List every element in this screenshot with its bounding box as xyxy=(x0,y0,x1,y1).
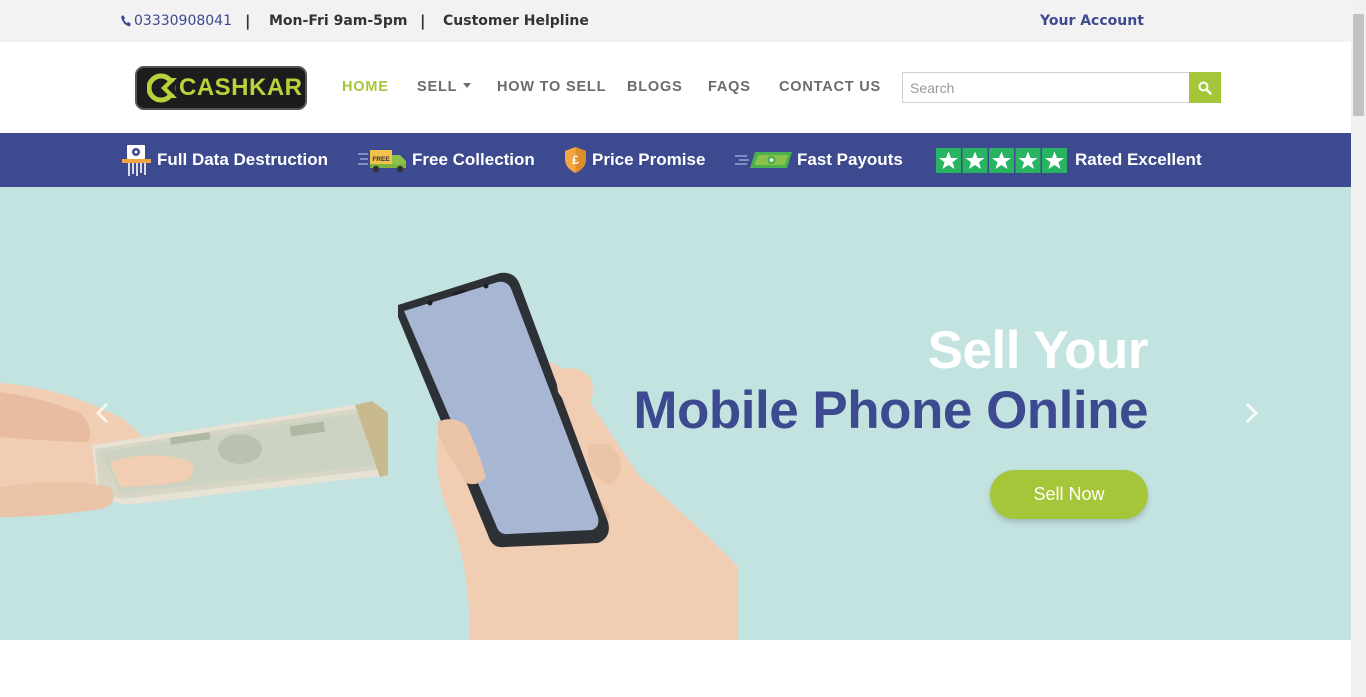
feature-label: Free Collection xyxy=(412,150,535,169)
search-input[interactable] xyxy=(902,72,1190,103)
feature-label: Rated Excellent xyxy=(1075,150,1202,169)
fast-cash-icon xyxy=(735,152,792,168)
main-header: CASHKAR HOME SELL HOW TO SELL BLOGS FAQS… xyxy=(0,42,1351,133)
feature-label: Fast Payouts xyxy=(797,150,903,169)
nav-blogs[interactable]: BLOGS xyxy=(627,79,683,95)
scrollbar-thumb[interactable] xyxy=(1353,14,1364,116)
feature-label: Full Data Destruction xyxy=(157,150,328,169)
nav-home[interactable]: HOME xyxy=(342,79,389,95)
hero-carousel: Sell Your Mobile Phone Online Sell Now xyxy=(0,187,1351,640)
sell-now-button[interactable]: Sell Now xyxy=(990,470,1148,519)
shield-pound-icon: £ xyxy=(565,147,586,173)
chevron-right-icon xyxy=(1245,402,1259,424)
chevron-left-icon xyxy=(95,402,109,424)
carousel-next-button[interactable] xyxy=(1242,402,1260,424)
feature-fast-payouts: Fast Payouts xyxy=(735,133,903,187)
feature-data-destruction: Full Data Destruction xyxy=(120,133,328,187)
hero-title-line1: Sell Your xyxy=(927,321,1149,380)
customer-helpline-label: Customer Helpline xyxy=(443,13,589,29)
feature-price-promise: £ Price Promise xyxy=(563,133,705,187)
feature-rated-excellent: Rated Excellent xyxy=(936,133,1202,187)
chevron-down-icon xyxy=(463,83,472,88)
data-destruction-icon xyxy=(122,145,151,176)
nav-how-to-sell[interactable]: HOW TO SELL xyxy=(497,79,606,95)
hero-title-line2: Mobile Phone Online xyxy=(633,381,1148,440)
five-stars-icon xyxy=(936,147,1071,173)
nav-contact-us[interactable]: CONTACT US xyxy=(779,79,881,95)
features-bar: Full Data Destruction FREE Free Collecti… xyxy=(0,133,1351,187)
your-account-link[interactable]: Your Account xyxy=(1040,13,1144,29)
logo-mark-icon xyxy=(147,73,177,103)
nav-sell-label: SELL xyxy=(417,79,458,95)
search-icon xyxy=(1198,81,1212,95)
page-scrollbar[interactable] xyxy=(1351,0,1366,697)
cashkar-logo[interactable]: CASHKAR xyxy=(135,66,307,110)
hand-with-cash-image xyxy=(0,383,388,517)
phone-number[interactable]: 03330908041 xyxy=(120,13,232,29)
separator: | xyxy=(245,12,251,30)
nav-sell[interactable]: SELL xyxy=(417,79,472,95)
carousel-prev-button[interactable] xyxy=(94,402,112,424)
hand-with-phone-image xyxy=(398,272,738,640)
phone-number-text: 03330908041 xyxy=(134,13,232,29)
free-badge: FREE xyxy=(372,156,390,163)
feature-label: Price Promise xyxy=(592,150,706,169)
pound-badge: £ xyxy=(572,153,579,167)
phone-icon xyxy=(121,15,131,27)
top-bar: 03330908041 | Mon-Fri 9am-5pm | Customer… xyxy=(0,0,1351,42)
nav-faqs[interactable]: FAQS xyxy=(708,79,751,95)
opening-hours: Mon-Fri 9am-5pm xyxy=(269,13,408,29)
search-button[interactable] xyxy=(1189,72,1221,103)
free-truck-icon: FREE xyxy=(358,150,406,173)
feature-free-collection: FREE Free Collection xyxy=(358,133,535,187)
separator: | xyxy=(420,12,426,30)
logo-text: CASHKAR xyxy=(179,74,303,101)
